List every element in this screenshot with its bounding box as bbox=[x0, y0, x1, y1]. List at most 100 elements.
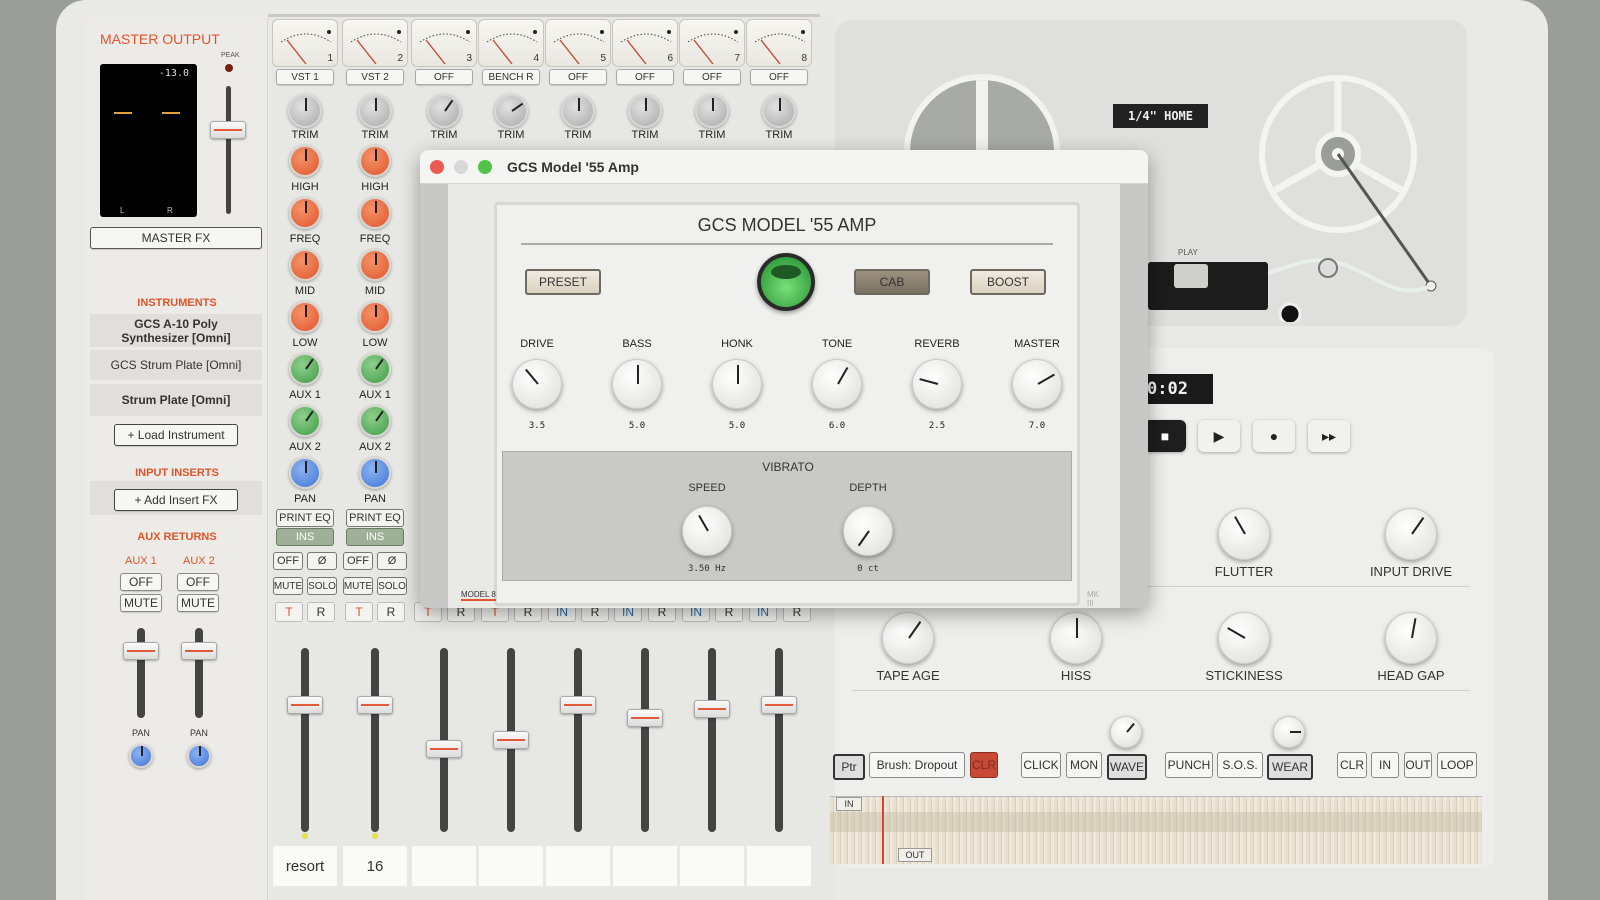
tape-clr-button[interactable]: CLR bbox=[1337, 752, 1367, 778]
input-select[interactable]: OFF bbox=[683, 69, 741, 85]
hiss-knob[interactable] bbox=[1050, 612, 1102, 664]
freq-knob[interactable] bbox=[289, 197, 321, 229]
tape-brush-dropout-button[interactable]: Brush: Dropout bbox=[869, 752, 965, 778]
boost-button[interactable]: BOOST bbox=[970, 269, 1046, 295]
tape-in-button[interactable]: IN bbox=[1371, 752, 1399, 778]
play-button[interactable]: ▶ bbox=[1198, 420, 1240, 452]
input-select[interactable]: OFF bbox=[616, 69, 674, 85]
tape-mon-button[interactable]: MON bbox=[1066, 752, 1102, 778]
master-fader[interactable] bbox=[210, 121, 246, 139]
transpose-button[interactable]: T bbox=[345, 602, 373, 622]
aux1-mute-button[interactable]: MUTE bbox=[120, 594, 162, 612]
tape-age-knob[interactable] bbox=[882, 612, 934, 664]
input-select[interactable]: VST 1 bbox=[276, 69, 334, 85]
tape-punch-button[interactable]: PUNCH bbox=[1165, 752, 1213, 778]
tape-loop-button[interactable]: LOOP bbox=[1437, 752, 1477, 778]
head-gap-knob[interactable] bbox=[1385, 612, 1437, 664]
channel-name[interactable]: resort bbox=[273, 846, 337, 886]
input-drive-knob[interactable] bbox=[1385, 508, 1437, 560]
ins-button[interactable]: INS bbox=[276, 528, 334, 546]
channel-name[interactable] bbox=[747, 846, 811, 886]
pan-knob[interactable] bbox=[289, 457, 321, 489]
solo-button[interactable]: SOLO bbox=[377, 577, 407, 595]
aux1-knob[interactable] bbox=[289, 353, 321, 385]
trim-knob[interactable] bbox=[288, 94, 322, 128]
depth-knob[interactable] bbox=[843, 506, 893, 556]
master-fx-button[interactable]: MASTER FX bbox=[90, 227, 262, 249]
load-instrument-button[interactable]: + Load Instrument bbox=[114, 424, 238, 446]
zoom-button[interactable] bbox=[478, 160, 492, 174]
speed-knob[interactable] bbox=[682, 506, 732, 556]
off-button[interactable]: OFF bbox=[343, 552, 373, 570]
record-arm-button[interactable]: R bbox=[307, 602, 335, 622]
channel-name[interactable] bbox=[412, 846, 476, 886]
tape-wear-button[interactable]: WEAR bbox=[1267, 754, 1313, 780]
amp-knob[interactable] bbox=[512, 359, 562, 409]
channel-fader[interactable] bbox=[627, 709, 663, 727]
aux2-mute-button[interactable]: MUTE bbox=[177, 594, 219, 612]
trim-knob[interactable] bbox=[561, 94, 595, 128]
trim-knob[interactable] bbox=[427, 94, 461, 128]
small-knob[interactable] bbox=[1110, 716, 1142, 748]
instrument-item[interactable]: GCS Strum Plate [Omni] bbox=[90, 350, 262, 380]
trim-knob[interactable] bbox=[695, 94, 729, 128]
solo-button[interactable]: SOLO bbox=[307, 577, 337, 595]
channel-fader[interactable] bbox=[560, 696, 596, 714]
instrument-item[interactable]: Strum Plate [Omni] bbox=[90, 384, 262, 416]
aux1-knob[interactable] bbox=[359, 353, 391, 385]
mute-button[interactable]: MUTE bbox=[343, 577, 373, 595]
cab-button[interactable]: CAB bbox=[854, 269, 930, 295]
channel-name[interactable] bbox=[680, 846, 744, 886]
channel-fader[interactable] bbox=[357, 696, 393, 714]
aux2-fader[interactable] bbox=[181, 642, 217, 660]
flutter-knob[interactable] bbox=[1218, 508, 1270, 560]
stop-button[interactable]: ■ bbox=[1144, 420, 1186, 452]
playhead-marker[interactable] bbox=[882, 796, 884, 864]
amp-knob[interactable] bbox=[612, 359, 662, 409]
channel-fader[interactable] bbox=[761, 696, 797, 714]
record-button[interactable]: ● bbox=[1253, 420, 1295, 452]
trim-knob[interactable] bbox=[358, 94, 392, 128]
amp-knob[interactable] bbox=[812, 359, 862, 409]
high-knob[interactable] bbox=[289, 145, 321, 177]
channel-name[interactable] bbox=[546, 846, 610, 886]
amp-knob[interactable] bbox=[712, 359, 762, 409]
channel-fader[interactable] bbox=[287, 696, 323, 714]
aux1-pan-knob[interactable] bbox=[129, 744, 153, 768]
tape-ptr-button[interactable]: Ptr bbox=[833, 754, 865, 780]
tape-wave-button[interactable]: WAVE bbox=[1107, 754, 1147, 780]
mid-knob[interactable] bbox=[359, 249, 391, 281]
print-eq-button[interactable]: PRINT EQ bbox=[346, 509, 404, 527]
input-select[interactable]: OFF bbox=[750, 69, 808, 85]
ins-button[interactable]: INS bbox=[346, 528, 404, 546]
tape-click-button[interactable]: CLICK bbox=[1021, 752, 1061, 778]
trim-knob[interactable] bbox=[628, 94, 662, 128]
off-button[interactable]: OFF bbox=[273, 552, 303, 570]
input-select[interactable]: BENCH R bbox=[482, 69, 540, 85]
aux2-off-button[interactable]: OFF bbox=[177, 573, 219, 591]
input-select[interactable]: VST 2 bbox=[346, 69, 404, 85]
channel-name[interactable] bbox=[479, 846, 543, 886]
mute-button[interactable]: MUTE bbox=[273, 577, 303, 595]
phase-button[interactable]: Ø bbox=[377, 552, 407, 570]
channel-fader[interactable] bbox=[493, 731, 529, 749]
input-select[interactable]: OFF bbox=[549, 69, 607, 85]
add-insert-button[interactable]: + Add Insert FX bbox=[114, 489, 238, 511]
power-light[interactable] bbox=[757, 253, 815, 311]
phase-button[interactable]: Ø bbox=[307, 552, 337, 570]
instrument-item[interactable]: GCS A-10 Poly Synthesizer [Omni] bbox=[90, 314, 262, 347]
aux2-pan-knob[interactable] bbox=[187, 744, 211, 768]
fast-forward-button[interactable]: ▸▸ bbox=[1308, 420, 1350, 452]
trim-knob[interactable] bbox=[762, 94, 796, 128]
trim-knob[interactable] bbox=[494, 94, 528, 128]
channel-fader[interactable] bbox=[694, 700, 730, 718]
freq-knob[interactable] bbox=[359, 197, 391, 229]
amp-knob[interactable] bbox=[912, 359, 962, 409]
print-eq-button[interactable]: PRINT EQ bbox=[276, 509, 334, 527]
preset-button[interactable]: PRESET bbox=[525, 269, 601, 295]
aux2-knob[interactable] bbox=[359, 405, 391, 437]
pan-knob[interactable] bbox=[359, 457, 391, 489]
out-marker[interactable]: OUT bbox=[898, 848, 932, 862]
amp-knob[interactable] bbox=[1012, 359, 1062, 409]
channel-name[interactable]: 16 bbox=[343, 846, 407, 886]
